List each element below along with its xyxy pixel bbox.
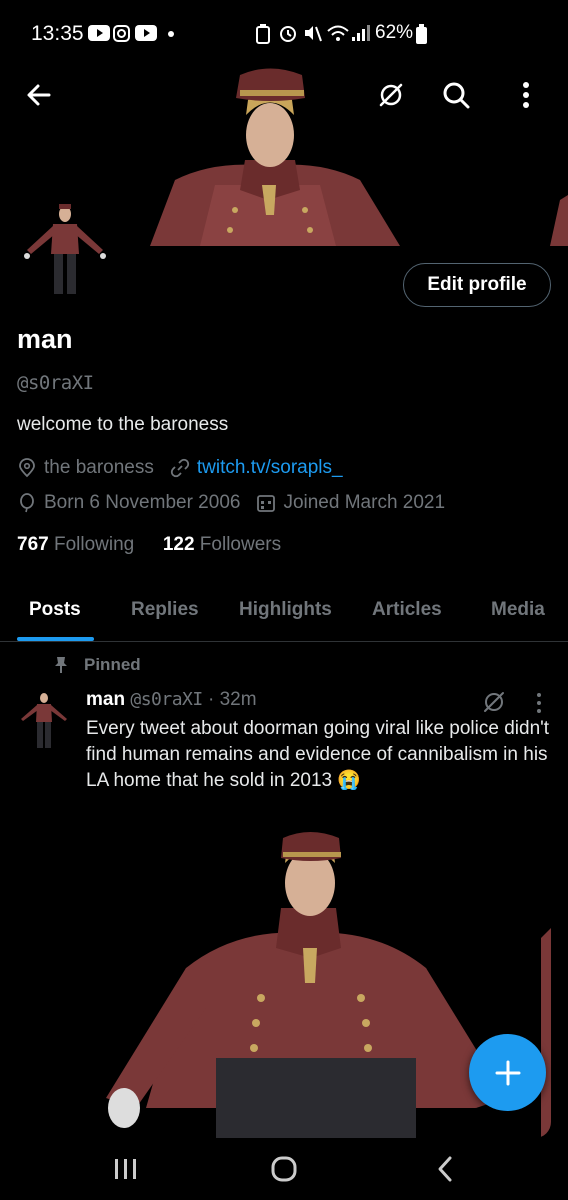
followers-count: 122 bbox=[162, 534, 195, 555]
home-button[interactable] bbox=[264, 1152, 304, 1186]
android-navigation-bar bbox=[0, 1138, 568, 1200]
tweet-author-name[interactable]: man bbox=[86, 689, 125, 710]
balloon-icon bbox=[17, 493, 37, 513]
grok-button[interactable] bbox=[371, 75, 411, 115]
profile-joined: Joined March 2021 bbox=[283, 492, 446, 513]
status-time: 13:35 bbox=[31, 22, 84, 45]
pinned-indicator: Pinned bbox=[52, 655, 141, 675]
battery-icon bbox=[416, 24, 427, 44]
instagram-icon bbox=[113, 25, 130, 42]
link-icon bbox=[170, 458, 190, 478]
tweet-author-handle[interactable]: @s0raXI bbox=[130, 689, 203, 710]
location-pin-icon bbox=[17, 458, 37, 478]
tab-posts[interactable]: Posts bbox=[29, 599, 81, 621]
avatar-image bbox=[17, 200, 113, 300]
profile-meta-row-1: the baroness twitch.tv/sorapls_ bbox=[17, 457, 343, 479]
calendar-icon bbox=[256, 493, 276, 513]
tab-replies[interactable]: Replies bbox=[131, 599, 199, 621]
profile-avatar[interactable] bbox=[17, 200, 113, 300]
status-bar: 13:35 62% bbox=[0, 0, 568, 60]
signal-icon bbox=[352, 25, 370, 41]
compose-button[interactable] bbox=[469, 1034, 546, 1111]
battery-percent: 62% bbox=[375, 22, 414, 43]
following-count: 767 bbox=[17, 534, 49, 555]
youtube-icon bbox=[135, 25, 157, 41]
tweet-text: Every tweet about doorman going viral li… bbox=[86, 718, 550, 791]
youtube-icon bbox=[88, 25, 110, 41]
alarm-icon bbox=[280, 26, 296, 42]
search-icon bbox=[443, 82, 470, 109]
tweet-avatar-image bbox=[21, 693, 67, 748]
arrow-left-icon bbox=[27, 84, 51, 106]
profile-tabs: Posts Replies Highlights Articles Media bbox=[0, 590, 568, 642]
mute-icon bbox=[305, 26, 322, 42]
profile-website-link[interactable]: twitch.tv/sorapls_ bbox=[197, 457, 343, 479]
profile-bio: welcome to the baroness bbox=[17, 414, 229, 435]
tweet-author-avatar[interactable] bbox=[16, 690, 72, 750]
tweet-header: man @s0raXI · 32m bbox=[86, 689, 257, 711]
follow-stats: 767 Following 122 Followers bbox=[17, 534, 281, 556]
plus-icon bbox=[495, 1060, 520, 1085]
tab-highlights[interactable]: Highlights bbox=[239, 599, 332, 621]
battery-saver-icon bbox=[256, 24, 270, 44]
edit-profile-button[interactable]: Edit profile bbox=[403, 263, 551, 307]
display-name: man bbox=[17, 324, 73, 354]
tab-articles[interactable]: Articles bbox=[372, 599, 442, 621]
recent-apps-icon bbox=[115, 1159, 136, 1179]
pinned-label: Pinned bbox=[84, 655, 141, 674]
recent-apps-button[interactable] bbox=[106, 1152, 146, 1186]
pin-icon bbox=[55, 657, 67, 673]
chevron-left-icon bbox=[438, 1156, 452, 1182]
followers-link[interactable]: 122 Followers bbox=[163, 534, 281, 555]
followers-label: Followers bbox=[199, 534, 282, 555]
following-link[interactable]: 767 Following bbox=[17, 534, 134, 555]
more-vertical-icon bbox=[523, 82, 529, 108]
back-nav-button[interactable] bbox=[425, 1152, 465, 1186]
tab-media[interactable]: Media bbox=[491, 599, 545, 621]
profile-location: the baroness bbox=[44, 457, 154, 478]
profile-birthday: Born 6 November 2006 bbox=[44, 492, 241, 513]
wifi-icon bbox=[327, 25, 349, 41]
grok-icon bbox=[379, 83, 403, 107]
back-button[interactable] bbox=[19, 75, 59, 115]
following-label: Following bbox=[53, 534, 135, 555]
tweet-more-icon[interactable] bbox=[535, 692, 543, 714]
home-icon bbox=[271, 1156, 297, 1182]
tweet-time[interactable]: · 32m bbox=[208, 689, 257, 710]
active-tab-indicator bbox=[17, 637, 94, 641]
grok-icon[interactable] bbox=[482, 690, 506, 714]
profile-meta-row-2: Born 6 November 2006 Joined March 2021 bbox=[17, 492, 445, 514]
more-button[interactable] bbox=[506, 75, 546, 115]
search-button[interactable] bbox=[436, 75, 476, 115]
profile-handle: @s0raXI bbox=[17, 372, 94, 394]
notification-dot-icon bbox=[168, 31, 174, 37]
